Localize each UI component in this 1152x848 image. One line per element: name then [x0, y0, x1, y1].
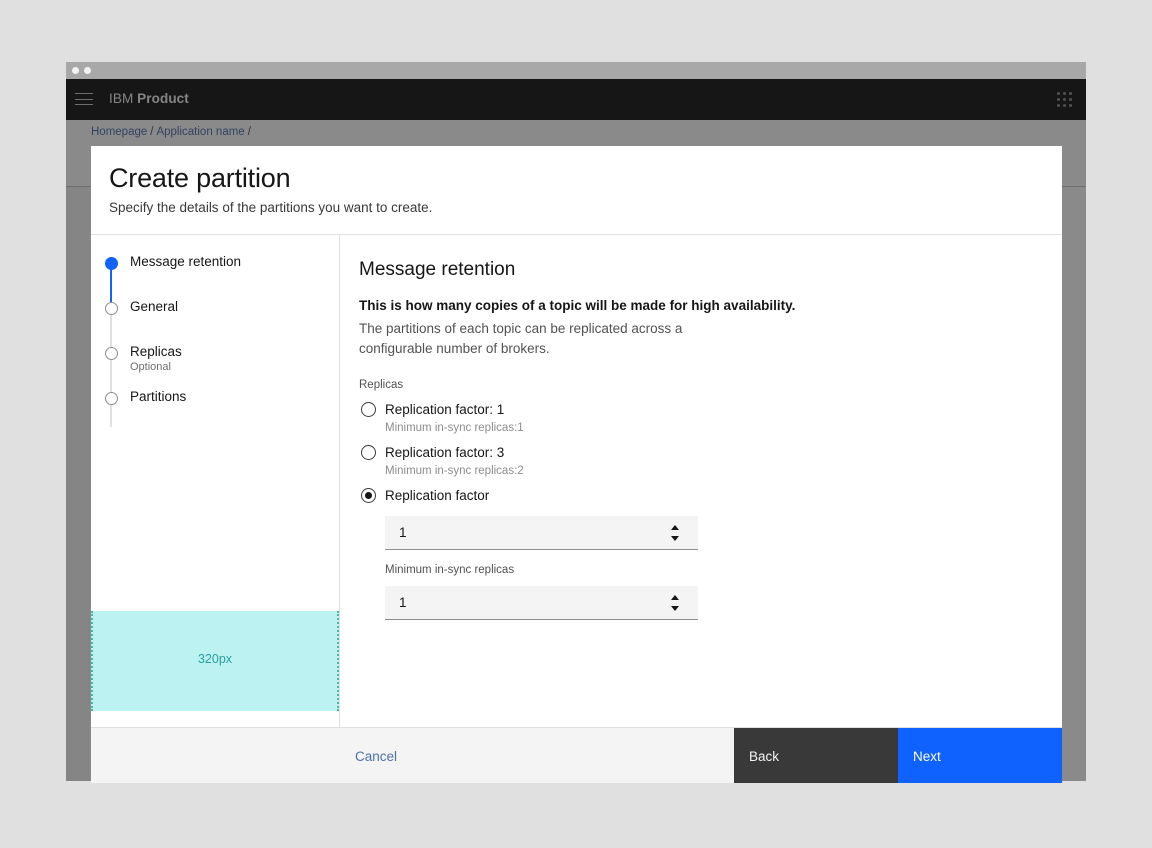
radio-option-label: Replication factor: 1 [385, 402, 505, 418]
radio-option-replication-factor-3[interactable]: Replication factor: 3 [359, 445, 1062, 463]
browser-titlebar [66, 62, 1086, 79]
radio-option-replication-factor-1[interactable]: Replication factor: 1 [359, 402, 1062, 420]
sidebar-item-general[interactable]: General [101, 296, 331, 330]
radio-empty-icon [361, 402, 376, 418]
content-title: Message retention [359, 259, 516, 280]
window-dot-1[interactable] [72, 67, 79, 74]
back-button[interactable]: Back [734, 728, 898, 783]
chevron-up-icon[interactable] [671, 595, 679, 601]
modal-content: Message retention This is how many copie… [340, 235, 1062, 727]
radio-option-help: Minimum in-sync replicas:2 [385, 465, 524, 478]
radio-selected-icon [361, 488, 376, 504]
cancel-button[interactable]: Cancel [340, 728, 504, 783]
radio-empty-icon [105, 392, 118, 405]
min-insync-replicas-value: 1 [399, 595, 407, 611]
radio-option-label: Replication factor: 3 [385, 445, 505, 461]
sidebar-item-message-retention[interactable]: Message retention [101, 251, 331, 285]
sidebar-item-sublabel: Optional [130, 361, 171, 373]
min-insync-replicas-label: Minimum in-sync replicas [385, 564, 515, 577]
radio-option-replication-factor-custom[interactable]: Replication factor [359, 488, 1062, 506]
content-strong-text: This is how many copies of a topic will … [359, 298, 796, 313]
window-dot-2[interactable] [84, 67, 91, 74]
replication-factor-value: 1 [399, 525, 407, 541]
chevron-down-icon[interactable] [671, 606, 679, 612]
min-insync-replicas-stepper[interactable] [670, 593, 680, 613]
radio-option-help: Minimum in-sync replicas:1 [385, 422, 524, 435]
content-description: The partitions of each topic can be repl… [359, 321, 683, 356]
radio-option-label: Replication factor [385, 488, 490, 504]
radio-selected-icon [105, 257, 118, 270]
sidebar-item-label: Message retention [130, 254, 242, 269]
modal-footer: Cancel Back Next [91, 727, 1062, 783]
sidebar-item-label: Replicas [130, 344, 182, 359]
chevron-up-icon[interactable] [671, 525, 679, 531]
modal-header: Create partition Specify the details of … [91, 146, 1062, 234]
create-partition-modal: Create partition Specify the details of … [91, 146, 1062, 783]
replication-factor-input[interactable]: 1 [385, 516, 698, 551]
sidebar-item-label: Partitions [130, 389, 187, 404]
replicas-group-label: Replicas [359, 379, 404, 392]
measurement-label: 320px [197, 652, 233, 666]
chevron-down-icon[interactable] [671, 536, 679, 542]
radio-empty-icon [361, 445, 376, 461]
next-button[interactable]: Next [898, 728, 1062, 783]
radio-empty-icon [105, 302, 118, 315]
sidebar-item-label: General [130, 299, 179, 314]
page-title: Create partition [109, 163, 291, 193]
measurement-annotation: 320px [91, 611, 339, 711]
sidebar-item-replicas[interactable]: Replicas Optional [101, 341, 331, 375]
replication-factor-stepper[interactable] [670, 523, 680, 543]
sidebar-item-partitions[interactable]: Partitions [101, 386, 331, 420]
min-insync-replicas-input[interactable]: 1 [385, 586, 698, 621]
page-subtitle: Specify the details of the partitions yo… [109, 200, 433, 215]
radio-empty-icon [105, 347, 118, 360]
modal-sidebar: Message retention General Replicas Optio… [91, 235, 339, 727]
